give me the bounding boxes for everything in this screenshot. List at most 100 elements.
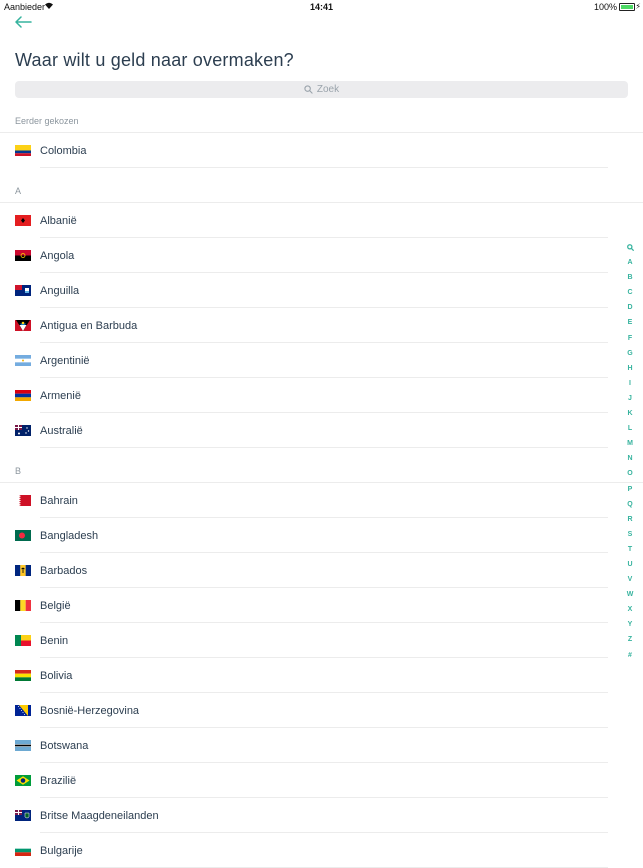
country-name: Angola bbox=[40, 249, 75, 262]
index-letter-l[interactable]: L bbox=[623, 421, 637, 436]
index-letter-b[interactable]: B bbox=[623, 270, 637, 285]
index-letter-r[interactable]: R bbox=[623, 512, 637, 527]
country-row-bosnie-herzegovina[interactable]: Bosnië-Herzegovina bbox=[0, 693, 643, 728]
country-name: Bolivia bbox=[40, 669, 73, 682]
index-letter-s[interactable]: S bbox=[623, 527, 637, 542]
index-letter-f[interactable]: F bbox=[623, 331, 637, 346]
index-letter-p[interactable]: P bbox=[623, 482, 637, 497]
index-letter-d[interactable]: D bbox=[623, 300, 637, 315]
status-time: 14:41 bbox=[309, 2, 334, 12]
index-letter-n[interactable]: N bbox=[623, 451, 637, 466]
flag-angola-icon bbox=[15, 250, 31, 261]
country-row-bangladesh[interactable]: Bangladesh bbox=[0, 518, 643, 553]
country-name: België bbox=[40, 599, 71, 612]
country-row-barbados[interactable]: Barbados bbox=[0, 553, 643, 588]
index-letter-e[interactable]: E bbox=[623, 315, 637, 330]
flag-bulgaria-icon bbox=[15, 845, 31, 856]
index-letter-x[interactable]: X bbox=[623, 602, 637, 617]
country-name: Argentinië bbox=[40, 354, 90, 367]
flag-barbados-icon bbox=[15, 565, 31, 576]
flag-bolivia-icon bbox=[15, 670, 31, 681]
country-row-albanie[interactable]: Albanië bbox=[0, 203, 643, 238]
flag-brazil-icon bbox=[15, 775, 31, 786]
country-name: Benin bbox=[40, 634, 69, 647]
flag-albania-icon bbox=[15, 215, 31, 226]
country-row-colombia[interactable]: Colombia bbox=[0, 133, 643, 168]
index-search-icon[interactable] bbox=[623, 240, 637, 255]
country-name: Bulgarije bbox=[40, 844, 83, 857]
country-name: Bosnië-Herzegovina bbox=[40, 704, 140, 717]
country-row-armenie[interactable]: Armenië bbox=[0, 378, 643, 413]
country-row-bulgarije[interactable]: Bulgarije bbox=[0, 833, 643, 868]
flag-australia-icon bbox=[15, 425, 31, 436]
country-name: Albanië bbox=[40, 214, 77, 227]
country-name: Australië bbox=[40, 424, 83, 437]
country-row-botswana[interactable]: Botswana bbox=[0, 728, 643, 763]
country-name: Britse Maagdeneilanden bbox=[40, 809, 159, 822]
section-header-b: B bbox=[0, 460, 643, 483]
country-row-britse-maagdeneilanden[interactable]: Britse Maagdeneilanden bbox=[0, 798, 643, 833]
index-letter-u[interactable]: U bbox=[623, 557, 637, 572]
country-name: Brazilië bbox=[40, 774, 77, 787]
flag-colombia-icon bbox=[15, 145, 31, 156]
index-letter-i[interactable]: I bbox=[623, 376, 637, 391]
flag-benin-icon bbox=[15, 635, 31, 646]
country-list: Eerder gekozen Colombia A Albanië Angola Ang… bbox=[0, 110, 643, 868]
page-title: Waar wilt u geld naar overmaken? bbox=[15, 50, 294, 70]
index-letter-j[interactable]: J bbox=[623, 391, 637, 406]
country-row-bolivia[interactable]: Bolivia bbox=[0, 658, 643, 693]
country-row-bahrain[interactable]: Bahrain bbox=[0, 483, 643, 518]
index-letter-c[interactable]: C bbox=[623, 285, 637, 300]
index-letter-t[interactable]: T bbox=[623, 542, 637, 557]
country-row-australie[interactable]: Australië bbox=[0, 413, 643, 448]
index-letter-a[interactable]: A bbox=[623, 255, 637, 270]
index-letter-q[interactable]: Q bbox=[623, 497, 637, 512]
flag-anguilla-icon bbox=[15, 285, 31, 296]
country-name: Antigua en Barbuda bbox=[40, 319, 138, 332]
country-row-belgie[interactable]: België bbox=[0, 588, 643, 623]
country-row-argentinie[interactable]: Argentinië bbox=[0, 343, 643, 378]
flag-argentina-icon bbox=[15, 355, 31, 366]
country-row-antigua-en-barbuda[interactable]: Antigua en Barbuda bbox=[0, 308, 643, 343]
index-letter-hash[interactable]: # bbox=[623, 648, 637, 663]
back-button[interactable] bbox=[14, 15, 38, 35]
arrow-left-icon bbox=[15, 16, 32, 28]
index-letter-o[interactable]: O bbox=[623, 466, 637, 481]
country-row-angola[interactable]: Angola bbox=[0, 238, 643, 273]
flag-bangladesh-icon bbox=[15, 530, 31, 541]
country-name: Bahrain bbox=[40, 494, 78, 507]
alphabet-index: A B C D E F G H I J K L M N O P Q R S T U V W X Y Z # bbox=[623, 240, 637, 663]
index-letter-z[interactable]: Z bbox=[623, 632, 637, 647]
index-letter-g[interactable]: G bbox=[623, 346, 637, 361]
index-letter-y[interactable]: Y bbox=[623, 617, 637, 632]
country-row-benin[interactable]: Benin bbox=[0, 623, 643, 658]
search-input[interactable]: Zoek bbox=[15, 81, 628, 98]
country-name: Armenië bbox=[40, 389, 81, 402]
section-header-recent: Eerder gekozen bbox=[0, 110, 643, 133]
battery-percentage: 100% bbox=[593, 2, 617, 12]
status-bar: Aanbieder 14:41 100% ⚡ bbox=[0, 0, 643, 14]
flag-bosnia-icon bbox=[15, 705, 31, 716]
flag-botswana-icon bbox=[15, 740, 31, 751]
flag-belgium-icon bbox=[15, 600, 31, 611]
charging-icon: ⚡ bbox=[635, 2, 641, 11]
country-name: Botswana bbox=[40, 739, 89, 752]
index-letter-v[interactable]: V bbox=[623, 572, 637, 587]
index-letter-k[interactable]: K bbox=[623, 406, 637, 421]
search-placeholder: Zoek bbox=[316, 84, 340, 95]
flag-bvi-icon bbox=[15, 810, 31, 821]
flag-bahrain-icon bbox=[15, 495, 31, 506]
battery-icon bbox=[619, 3, 635, 11]
country-row-brazilie[interactable]: Brazilië bbox=[0, 763, 643, 798]
index-letter-w[interactable]: W bbox=[623, 587, 637, 602]
flag-armenia-icon bbox=[15, 390, 31, 401]
index-letter-h[interactable]: H bbox=[623, 361, 637, 376]
section-header-a: A bbox=[0, 180, 643, 203]
index-letter-m[interactable]: M bbox=[623, 436, 637, 451]
country-name: Anguilla bbox=[40, 284, 80, 297]
country-name: Bangladesh bbox=[40, 529, 99, 542]
country-row-anguilla[interactable]: Anguilla bbox=[0, 273, 643, 308]
search-icon bbox=[304, 85, 313, 94]
